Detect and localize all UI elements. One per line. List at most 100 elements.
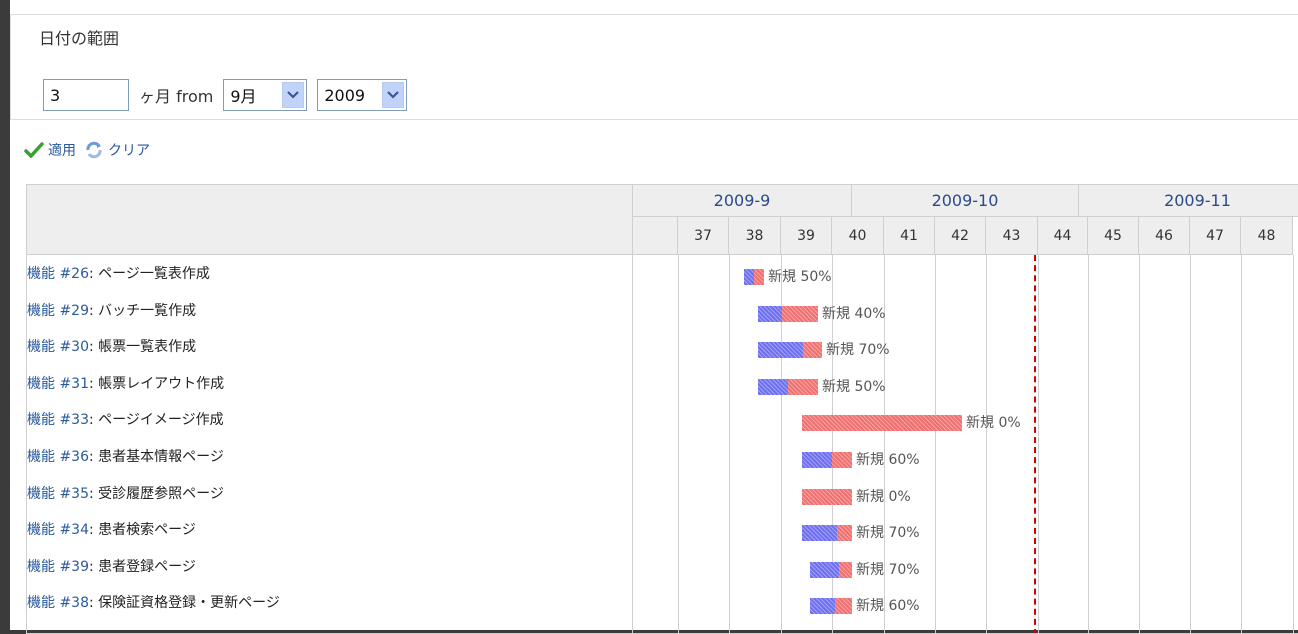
months-unit-label: ヶ月 from [139,87,214,106]
week-gridline [1088,255,1089,633]
task-bar[interactable] [802,488,852,505]
task-bar[interactable] [802,415,962,432]
issue-subject: : 帳票レイアウト作成 [89,375,225,392]
week-gridline [1190,255,1191,633]
issue-subject: : バッチ一覧作成 [89,302,197,319]
week-gridline [986,255,987,633]
issue-row: 機能 #26: ページ一覧表作成 [27,255,633,291]
month-header: 2009-9 [633,185,852,217]
months-input[interactable] [43,79,129,111]
week-header: 40 [832,217,884,255]
issue-row: 機能 #35: 受診履歴参照ページ [27,475,633,511]
issue-subject: : 患者登録ページ [89,558,196,575]
filter-actions: 適用 クリア [24,140,150,160]
task-bar-done [744,269,754,285]
task-bar-label: 新規 60% [856,598,920,615]
week-gridline [729,255,730,633]
month-select-value: 9月 [230,87,257,106]
refresh-icon[interactable] [84,141,104,159]
week-gridline [935,255,936,633]
year-select[interactable]: 2009 [317,79,408,111]
issue-row: 機能 #33: ページイメージ作成 [27,401,633,437]
task-bar[interactable] [758,342,822,359]
task-bar[interactable] [810,561,852,578]
chevron-down-icon[interactable] [282,82,305,108]
task-bar-done [758,305,782,322]
week-header: 47 [1190,217,1241,255]
issue-link[interactable]: 機能 #33 [27,409,89,429]
week-header: 45 [1088,217,1139,255]
task-bar[interactable] [744,269,764,285]
week-gridline [1139,255,1140,633]
issue-row: 機能 #31: 帳票レイアウト作成 [27,365,633,401]
month-header: 2009-11 [1079,185,1298,217]
week-gridline [678,255,679,633]
date-range-controls: ヶ月 from 9月 2009 [43,79,408,111]
issue-subject: : 帳票一覧表作成 [89,339,197,356]
task-bar-label: 新規 0% [966,415,1021,432]
task-bar-label: 新規 70% [826,342,890,359]
issue-subject: : 受診履歴参照ページ [89,485,224,502]
issue-row: 機能 #29: バッチ一覧作成 [27,292,633,328]
task-bar-label: 新規 70% [856,525,920,542]
year-select-value: 2009 [324,85,366,105]
task-bar[interactable] [802,525,852,542]
issue-link[interactable]: 機能 #26 [27,263,89,283]
week-gridline [1293,255,1294,633]
issue-link[interactable]: 機能 #34 [27,519,89,539]
week-header: 37 [678,217,729,255]
task-bar[interactable] [802,452,852,468]
week-header: 39 [781,217,832,255]
issue-row: 機能 #39: 患者登録ページ [27,548,633,584]
date-range-legend: 日付の範囲 [35,25,126,49]
gantt-page: 日付の範囲 ヶ月 from 9月 2009 適用 [10,0,1298,634]
issue-subject: : 患者検索ページ [89,522,196,539]
task-bar-label: 新規 50% [822,378,886,395]
issue-link[interactable]: 機能 #39 [27,556,89,576]
task-bar-label: 新規 0% [856,488,911,505]
chevron-down-icon[interactable] [382,82,405,108]
task-bar-done [810,598,835,615]
subjects-header [27,185,633,255]
date-range-fieldset: 日付の範囲 ヶ月 from 9月 2009 [10,14,1298,120]
checkmark-icon[interactable] [24,142,44,158]
week-header: 44 [1038,217,1088,255]
week-header: 42 [935,217,986,255]
week-header: 38 [729,217,781,255]
issue-link[interactable]: 機能 #38 [27,592,89,612]
issue-link[interactable]: 機能 #36 [27,446,89,466]
task-bar-done [802,452,832,468]
issue-subject: : 保険証資格登録・更新ページ [89,595,280,612]
issue-subject: : ページ一覧表作成 [89,266,210,282]
task-bar[interactable] [758,378,818,395]
issue-row: 機能 #36: 患者基本情報ページ [27,438,633,474]
issue-link[interactable]: 機能 #29 [27,300,89,320]
month-header: 2009-10 [852,185,1079,217]
task-bar[interactable] [810,598,852,615]
clear-link[interactable]: クリア [108,140,150,160]
issue-link[interactable]: 機能 #30 [27,336,89,356]
issue-row: 機能 #34: 患者検索ページ [27,511,633,547]
task-bar-label: 新規 60% [856,452,920,468]
week-header: 46 [1139,217,1190,255]
week-gridline [1038,255,1039,633]
week-gridline [1241,255,1242,633]
month-select[interactable]: 9月 [223,79,308,111]
task-bar-label: 新規 40% [822,305,886,322]
task-bar-done [758,378,788,395]
issue-link[interactable]: 機能 #31 [27,373,89,393]
issue-row: 機能 #38: 保険証資格登録・更新ページ [27,584,633,620]
issue-row: 機能 #30: 帳票一覧表作成 [27,328,633,364]
issue-link[interactable]: 機能 #35 [27,483,89,503]
week-header: 43 [986,217,1038,255]
subjects-column: 機能 #26: ページ一覧表作成 機能 #29: バッチ一覧作成 機能 #30: 帳… [27,255,633,633]
week-header: 48 [1241,217,1293,255]
apply-link[interactable]: 適用 [48,140,76,160]
gantt-chart: 機能 #26: ページ一覧表作成 機能 #29: バッチ一覧作成 機能 #30: 帳… [26,184,1298,634]
task-bar-done [810,561,839,578]
task-bar-label: 新規 70% [856,561,920,578]
task-bar-done [802,525,837,542]
task-bar-label: 新規 50% [768,269,832,285]
week-header: 41 [884,217,935,255]
task-bar[interactable] [758,305,818,322]
